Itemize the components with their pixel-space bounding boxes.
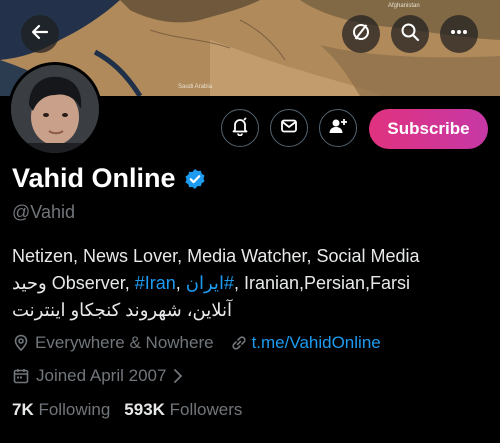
- profile-location: Everywhere & Nowhere: [35, 333, 214, 352]
- search-button[interactable]: [391, 15, 429, 53]
- grok-button[interactable]: [342, 15, 380, 53]
- profile-website-link[interactable]: t.me/VahidOnline: [252, 333, 381, 353]
- profile-joined-row[interactable]: Joined April 2007: [12, 366, 184, 386]
- hashtag-iran-fa[interactable]: #ایران: [186, 273, 234, 293]
- message-button[interactable]: [270, 109, 308, 147]
- profile-name-row: Vahid Online: [12, 163, 206, 194]
- profile-stats: 7K Following 593K Followers: [12, 400, 242, 420]
- subscribe-button[interactable]: Subscribe: [369, 109, 488, 149]
- bio-line-1: Netizen, News Lover, Media Watcher, Soci…: [12, 246, 420, 266]
- following-count: 7K: [12, 400, 34, 419]
- mail-icon: [279, 116, 299, 141]
- profile-handle: @Vahid: [12, 202, 75, 222]
- bio-line-2: وحید Observer, #Iran, #ایران, Iranian,Pe…: [12, 270, 490, 297]
- more-button[interactable]: [440, 15, 478, 53]
- following-label: Following: [38, 400, 111, 419]
- bio-comma: ,: [175, 273, 186, 293]
- search-icon: [400, 22, 420, 47]
- profile-bio: Netizen, News Lover, Media Watcher, Soci…: [12, 243, 490, 324]
- calendar-icon: [12, 367, 30, 385]
- notifications-button[interactable]: [221, 109, 259, 147]
- map-label-saudi-arabia: Saudi Arabia: [178, 84, 213, 90]
- bio-observer: Observer,: [46, 273, 135, 293]
- followers-label: Followers: [169, 400, 243, 419]
- avatar[interactable]: [8, 62, 102, 156]
- verified-badge-icon[interactable]: [184, 168, 206, 190]
- hashtag-iran[interactable]: #Iran: [135, 273, 176, 293]
- back-button[interactable]: [21, 15, 59, 53]
- profile-meta-row: Everywhere & Nowhere t.me/VahidOnline: [12, 333, 381, 353]
- bio-line-3: آنلاین، شهروند کنجکاو اینترنت: [12, 300, 232, 320]
- profile-name: Vahid Online: [12, 163, 176, 193]
- map-label-afghanistan: Afghanistan: [388, 3, 420, 9]
- slashed-circle-icon: [351, 22, 371, 47]
- notification-bell-icon: [230, 116, 250, 141]
- back-arrow-icon: [30, 22, 50, 47]
- link-icon: [230, 334, 248, 352]
- add-person-icon: [328, 116, 348, 141]
- bio-rest: , Iranian,Persian,Farsi: [233, 273, 411, 293]
- follow-button[interactable]: [319, 109, 357, 147]
- followers-link[interactable]: 593K Followers: [124, 400, 242, 420]
- location-pin-icon: [12, 334, 30, 352]
- bio-fa-name: وحید: [12, 273, 47, 293]
- profile-joined-date: Joined April 2007: [36, 366, 167, 385]
- chevron-right-icon: [172, 368, 184, 384]
- following-link[interactable]: 7K Following: [12, 400, 110, 420]
- more-icon: [449, 22, 469, 47]
- followers-count: 593K: [124, 400, 165, 419]
